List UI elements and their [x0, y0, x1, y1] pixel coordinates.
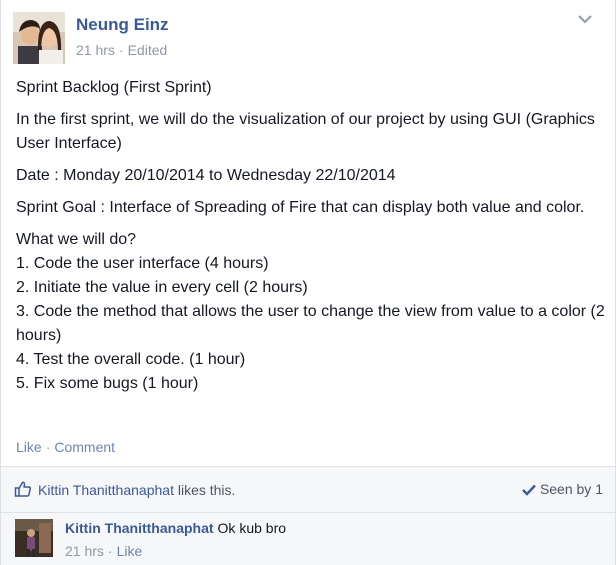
- todo-item: 5. Fix some bugs (1 hour): [16, 375, 199, 392]
- seen-by[interactable]: Seen by 1: [522, 481, 603, 497]
- seen-by-label: Seen by 1: [539, 481, 603, 497]
- post-meta: 21 hrs · Edited: [76, 42, 167, 58]
- likes-row: Kittin Thanitthanaphat likes this. Seen …: [1, 467, 615, 513]
- comment-meta-separator: ·: [107, 543, 113, 559]
- comment-like-link[interactable]: Like: [117, 543, 143, 559]
- todo-item: 2. Initiate the value in every cell (2 h…: [16, 279, 308, 296]
- chevron-down-icon[interactable]: [577, 12, 593, 24]
- like-link[interactable]: Like: [16, 439, 42, 455]
- commenter-name[interactable]: Kittin Thanitthanaphat: [65, 520, 214, 536]
- post-timestamp[interactable]: 21 hrs: [76, 42, 115, 58]
- post-paragraph: In the first sprint, we will do the visu…: [16, 111, 595, 152]
- actions-separator: ·: [45, 439, 51, 455]
- post-actions: Like · Comment: [16, 439, 115, 455]
- thumbs-up-icon: [14, 480, 32, 498]
- comment-timestamp[interactable]: 21 hrs: [65, 543, 104, 559]
- post-paragraph: Sprint Backlog (First Sprint): [16, 79, 212, 96]
- post-header: Neung Einz 21 hrs · Edited: [13, 12, 593, 64]
- comment-link[interactable]: Comment: [54, 439, 115, 455]
- commenter-avatar[interactable]: [15, 519, 53, 557]
- post-paragraph: Date : Monday 20/10/2014 to Wednesday 22…: [16, 167, 396, 184]
- meta-separator: ·: [118, 42, 124, 58]
- author-avatar-photo: [13, 12, 65, 64]
- liker-name[interactable]: Kittin Thanitthanaphat: [38, 482, 174, 498]
- author-name[interactable]: Neung Einz: [76, 15, 169, 35]
- comment-line: Kittin Thanitthanaphat Ok kub bro: [65, 520, 286, 536]
- checkmark-icon: [522, 481, 540, 497]
- comment-text: Ok kub bro: [217, 520, 287, 536]
- todo-item: 3. Code the method that allows the user …: [16, 303, 605, 344]
- todo-item: 1. Code the user interface (4 hours): [16, 255, 269, 272]
- todo-item: 4. Test the overall code. (1 hour): [16, 351, 246, 368]
- post-body: Sprint Backlog (First Sprint) In the fir…: [16, 76, 606, 396]
- comment-item: Kittin Thanitthanaphat Ok kub bro 21 hrs ·…: [1, 513, 615, 565]
- comment-meta: 21 hrs · Like: [65, 543, 142, 559]
- post-card: Neung Einz 21 hrs · Edited Sprint Backlog …: [0, 0, 616, 565]
- likes-summary: Kittin Thanitthanaphat likes this.: [38, 482, 235, 498]
- todo-heading: What we will do?: [16, 231, 137, 248]
- post-footer: Kittin Thanitthanaphat likes this. Seen …: [1, 466, 615, 565]
- author-avatar[interactable]: [13, 12, 65, 64]
- likes-suffix: likes this.: [173, 482, 236, 498]
- post-paragraph: Sprint Goal : Interface of Spreading of …: [16, 199, 585, 216]
- edited-label[interactable]: Edited: [128, 42, 168, 58]
- commenter-avatar-photo: [15, 519, 53, 557]
